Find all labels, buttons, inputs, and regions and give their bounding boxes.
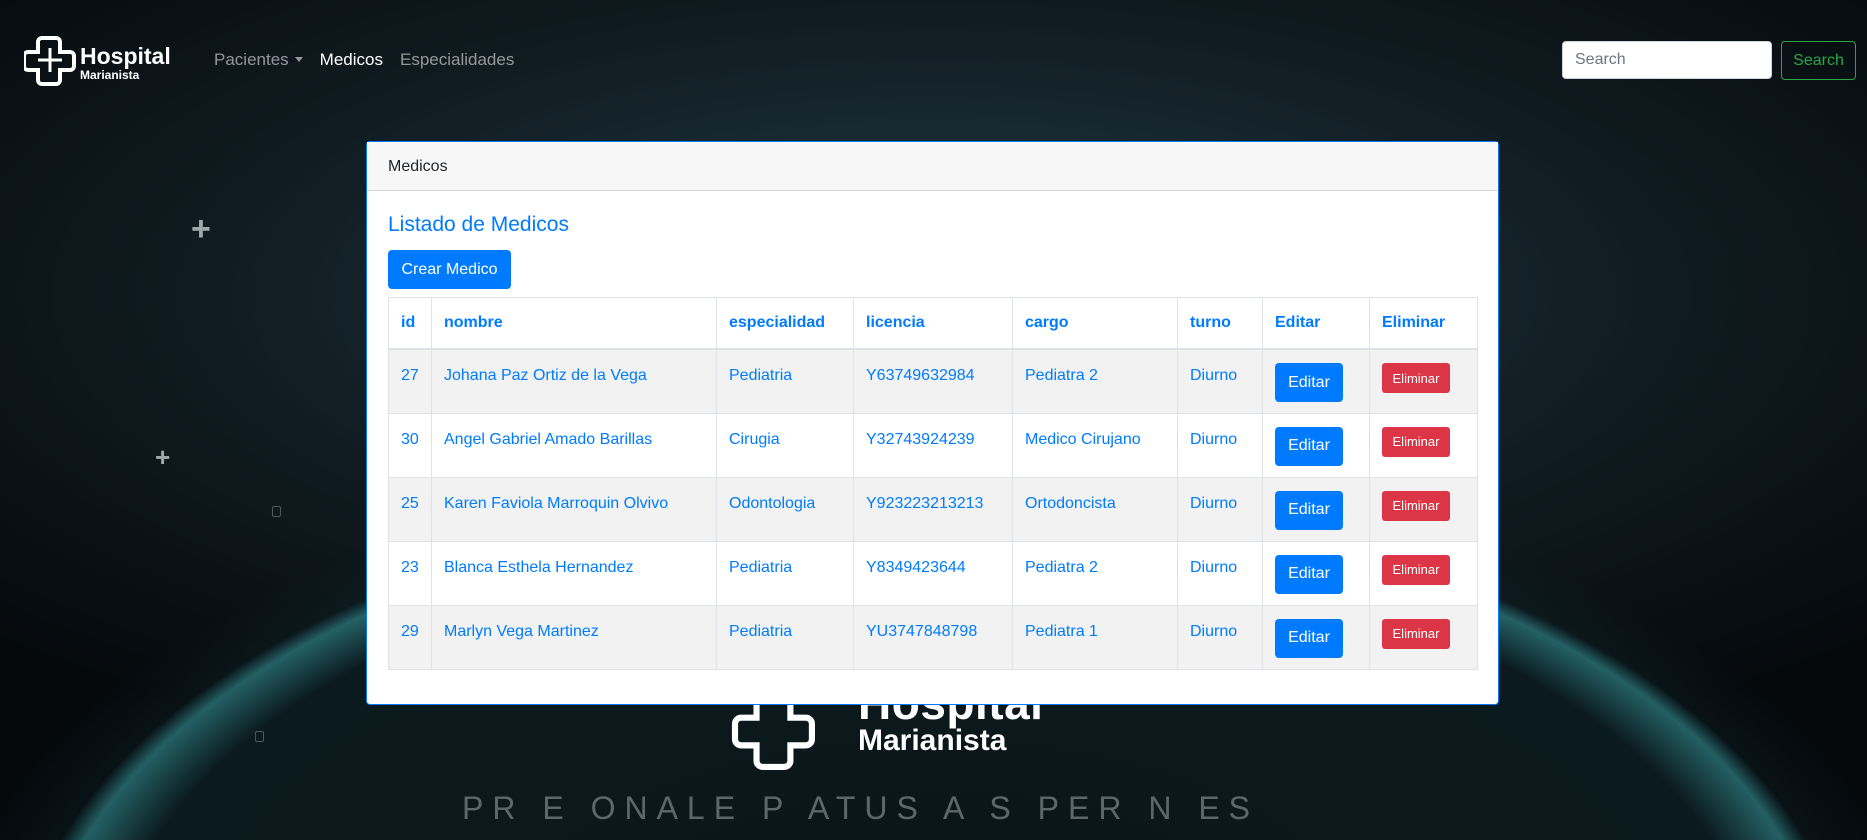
cell-eliminar: Eliminar [1369, 348, 1478, 414]
cell-especialidad: Pediatria [716, 348, 854, 414]
background-plus-icon: + [191, 210, 211, 248]
cell-turno: Diurno [1177, 540, 1263, 606]
search-button[interactable]: Search [1781, 41, 1856, 80]
cell-especialidad: Pediatria [716, 540, 854, 606]
table-row: 29 Marlyn Vega Martinez Pediatria YU3747… [388, 604, 1478, 670]
column-header-nombre: nombre [431, 297, 717, 350]
cell-especialidad: Pediatria [716, 604, 854, 670]
cell-especialidad: Odontologia [716, 476, 854, 542]
cell-licencia: Y63749632984 [853, 348, 1013, 414]
cell-licencia: Y32743924239 [853, 412, 1013, 478]
delete-button[interactable]: Eliminar [1382, 618, 1450, 649]
edit-button[interactable]: Editar [1275, 363, 1343, 402]
delete-button[interactable]: Eliminar [1382, 363, 1450, 393]
cell-cargo: Pediatra 2 [1012, 348, 1178, 414]
cell-nombre: Johana Paz Ortiz de la Vega [431, 348, 717, 414]
cell-nombre: Angel Gabriel Amado Barillas [431, 412, 717, 478]
navbar: Hospital Marianista Pacientes Medicos Es… [0, 0, 1867, 120]
cell-cargo: Ortodoncista [1012, 476, 1178, 542]
nav-item-medicos[interactable]: Medicos [320, 50, 383, 70]
card-header: Medicos [367, 142, 1498, 191]
delete-button[interactable]: Eliminar [1382, 426, 1450, 457]
table-row: 27 Johana Paz Ortiz de la Vega Pediatria… [388, 348, 1478, 414]
cell-licencia: Y923223213213 [853, 476, 1013, 542]
cell-eliminar: Eliminar [1369, 604, 1478, 670]
cell-licencia: YU3747848798 [853, 604, 1013, 670]
cell-editar: Editar [1262, 540, 1370, 606]
search-input[interactable] [1562, 41, 1772, 79]
brand-subtitle: Marianista [80, 68, 140, 82]
brand-logo[interactable]: Hospital Marianista [24, 34, 174, 88]
edit-button[interactable]: Editar [1275, 618, 1343, 658]
edit-button[interactable]: Editar [1275, 554, 1343, 594]
cell-turno: Diurno [1177, 412, 1263, 478]
column-header-eliminar: Eliminar [1369, 297, 1478, 350]
medicos-card: Medicos Listado de Medicos Crear Medico … [366, 141, 1499, 705]
column-header-editar: Editar [1262, 297, 1370, 350]
cell-cargo: Medico Cirujano [1012, 412, 1178, 478]
cell-licencia: Y8349423644 [853, 540, 1013, 606]
delete-button[interactable]: Eliminar [1382, 490, 1450, 521]
cell-editar: Editar [1262, 476, 1370, 542]
brand-title: Hospital [80, 43, 171, 69]
create-medico-button[interactable]: Crear Medico [388, 250, 511, 289]
background-tagline: PR E ONALE P ATUS A S PER N ES [462, 790, 1260, 826]
cell-id: 30 [388, 412, 432, 478]
cell-editar: Editar [1262, 412, 1370, 478]
cell-eliminar: Eliminar [1369, 476, 1478, 542]
table-row: 23 Blanca Esthela Hernandez Pediatria Y8… [388, 540, 1478, 606]
background-plus-icon: + [155, 442, 171, 472]
cell-eliminar: Eliminar [1369, 412, 1478, 478]
cell-turno: Diurno [1177, 348, 1263, 414]
cell-id: 25 [388, 476, 432, 542]
column-header-cargo: cargo [1012, 297, 1178, 350]
column-header-id: id [388, 297, 432, 350]
hospital-cross-logo-icon [24, 36, 76, 86]
nav-item-label: Pacientes [214, 50, 289, 69]
cell-id: 23 [388, 540, 432, 606]
caret-down-icon [294, 57, 303, 62]
background-square-icon [272, 506, 281, 517]
edit-button[interactable]: Editar [1275, 490, 1343, 530]
nav-links: Pacientes Medicos Especialidades [214, 50, 531, 70]
nav-item-especialidades[interactable]: Especialidades [400, 50, 514, 70]
table-row: 30 Angel Gabriel Amado Barillas Cirugia … [388, 412, 1478, 478]
page-title: Listado de Medicos [388, 213, 569, 236]
background-logo-subtitle: Marianista [858, 724, 1007, 757]
cell-editar: Editar [1262, 604, 1370, 670]
cell-turno: Diurno [1177, 476, 1263, 542]
nav-item-pacientes[interactable]: Pacientes [214, 50, 303, 70]
edit-button[interactable]: Editar [1275, 426, 1343, 466]
cell-especialidad: Cirugia [716, 412, 854, 478]
column-header-turno: turno [1177, 297, 1263, 350]
medicos-table: id nombre especialidad licencia cargo tu… [388, 297, 1478, 670]
cell-nombre: Blanca Esthela Hernandez [431, 540, 717, 606]
cell-turno: Diurno [1177, 604, 1263, 670]
cell-id: 29 [388, 604, 432, 670]
cell-nombre: Karen Faviola Marroquin Olvivo [431, 476, 717, 542]
table-header-row: id nombre especialidad licencia cargo tu… [388, 297, 1478, 350]
cell-id: 27 [388, 348, 432, 414]
delete-button[interactable]: Eliminar [1382, 554, 1450, 585]
cell-eliminar: Eliminar [1369, 540, 1478, 606]
column-header-especialidad: especialidad [716, 297, 854, 350]
cell-nombre: Marlyn Vega Martinez [431, 604, 717, 670]
background-square-icon [255, 731, 264, 742]
table-row: 25 Karen Faviola Marroquin Olvivo Odonto… [388, 476, 1478, 542]
cell-cargo: Pediatra 1 [1012, 604, 1178, 670]
cell-editar: Editar [1262, 348, 1370, 414]
column-header-licencia: licencia [853, 297, 1013, 350]
cell-cargo: Pediatra 2 [1012, 540, 1178, 606]
